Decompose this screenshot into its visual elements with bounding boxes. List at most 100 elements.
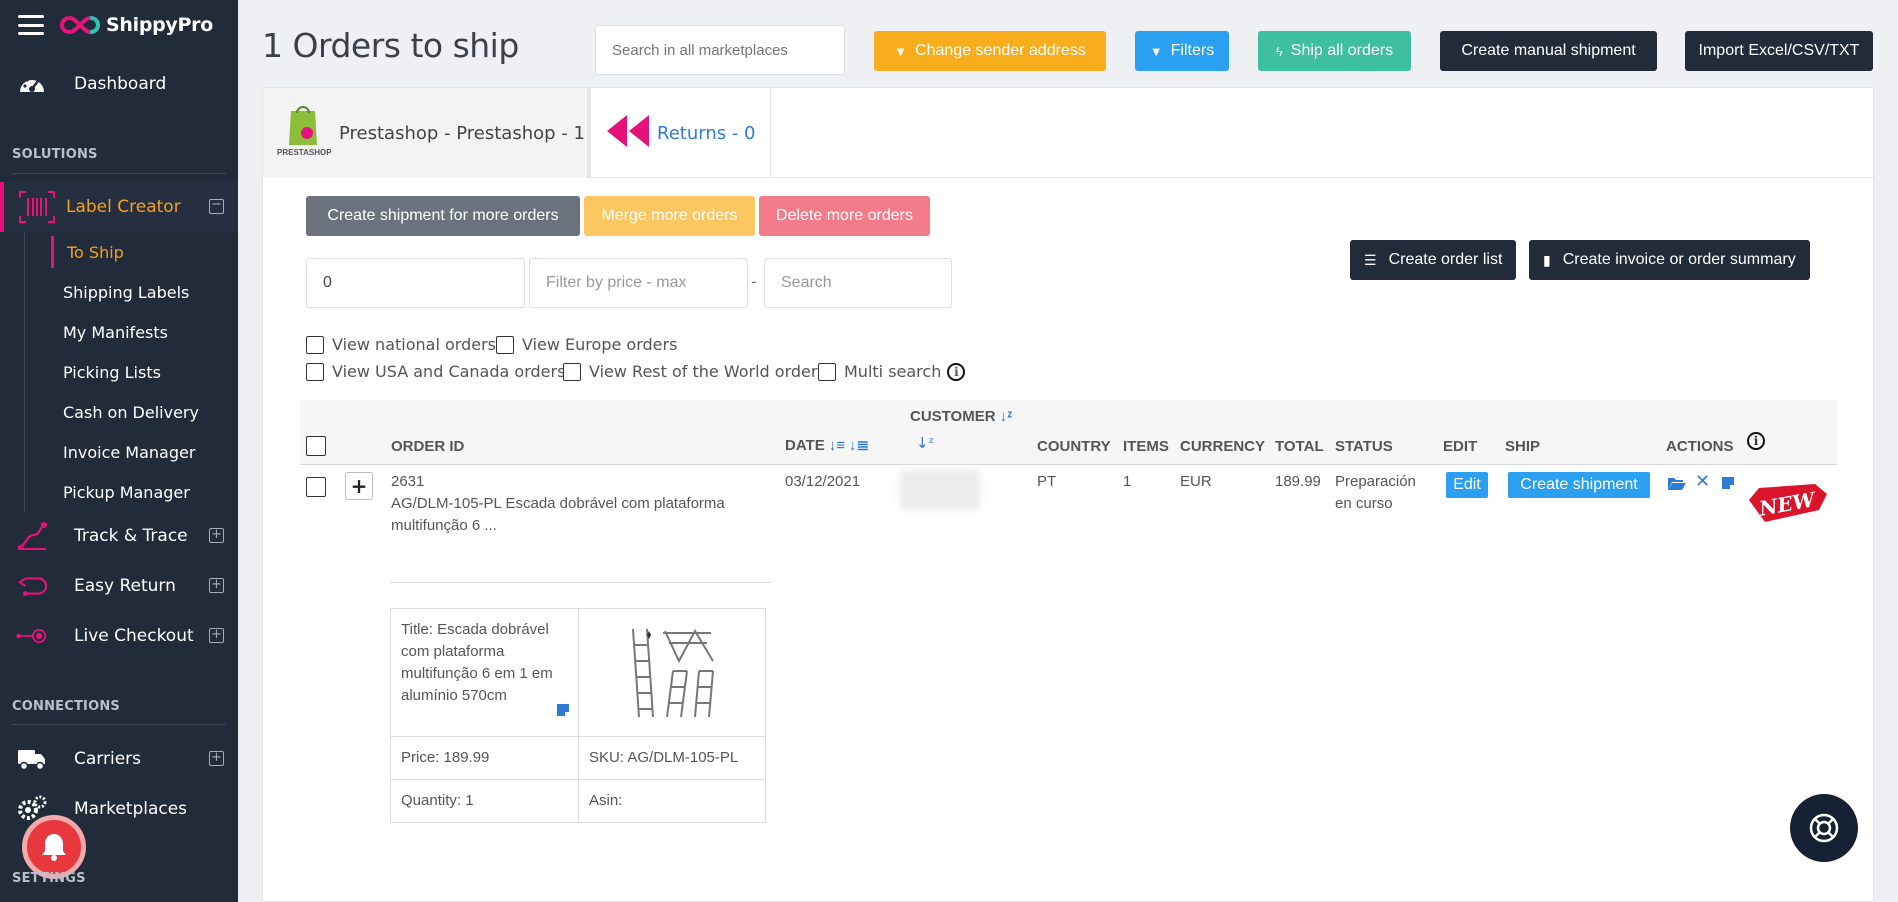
expand-icon[interactable]: + (209, 628, 224, 643)
hamburger-menu-icon[interactable] (18, 15, 44, 35)
section-heading-connections: CONNECTIONS (12, 699, 120, 714)
create-manual-shipment-button[interactable]: Create manual shipment (1440, 31, 1657, 71)
column-header-label: CUSTOMER (910, 408, 996, 425)
list-icon: ☰ (1364, 251, 1377, 268)
checkbox-box[interactable] (306, 335, 324, 354)
expand-icon[interactable]: + (209, 528, 224, 543)
price-min-input[interactable] (306, 258, 525, 308)
select-all-checkbox[interactable] (306, 436, 326, 456)
marketplace-search-input[interactable] (595, 25, 845, 75)
info-icon[interactable]: i (947, 362, 966, 381)
notification-bell-icon[interactable] (22, 815, 86, 879)
sort-asc-icon[interactable]: ↓≡ (829, 437, 845, 454)
checkbox-box[interactable] (496, 335, 514, 354)
note-icon[interactable] (1721, 475, 1735, 494)
checkbox-box[interactable] (306, 362, 324, 381)
dashboard-icon (16, 70, 48, 98)
folder-open-icon[interactable] (1667, 475, 1687, 495)
checkbox-box[interactable] (563, 362, 581, 381)
checkbox-label: View national orders (332, 335, 496, 354)
track-trace-icon (16, 522, 48, 550)
sidebar-item-dashboard[interactable]: Dashboard (0, 64, 238, 104)
sort-az-icon[interactable]: ↓ᶻ (1000, 408, 1013, 425)
live-checkout-icon (16, 622, 48, 650)
product-title-cell: Title: Escada dobrável com plataforma mu… (391, 609, 578, 736)
collapse-icon[interactable]: − (209, 198, 224, 214)
sidebar-item-label: Marketplaces (74, 799, 188, 819)
new-badge: NEW (1745, 480, 1829, 526)
delete-more-orders-button[interactable]: Delete more orders (759, 196, 930, 236)
button-label: Create order list (1388, 251, 1503, 268)
tab-returns[interactable]: Returns - 0 (591, 88, 771, 178)
sidebar-item-carriers[interactable]: Carriers + (0, 739, 238, 779)
sidebar-item-label-creator[interactable]: Label Creator − (0, 182, 238, 232)
truck-icon (16, 745, 48, 773)
sidebar-item-label: Track & Trace (74, 526, 188, 546)
help-lifebuoy-icon[interactable] (1790, 794, 1858, 862)
divider (390, 582, 772, 583)
sidebar-item-live-checkout[interactable]: Live Checkout + (0, 616, 238, 656)
column-header-customer[interactable]: CUSTOMER ↓ᶻ (910, 408, 1012, 425)
sidebar-item-cash-on-delivery[interactable]: Cash on Delivery (25, 392, 238, 432)
barcode-icon (18, 190, 56, 228)
section-heading-solutions: SOLUTIONS (12, 147, 98, 162)
merge-more-orders-button[interactable]: Merge more orders (584, 196, 755, 236)
rest-world-orders-checkbox[interactable]: View Rest of the World orders (563, 362, 826, 381)
button-label: Create manual shipment (1461, 42, 1636, 59)
sidebar-item-invoice-manager[interactable]: Invoice Manager (25, 432, 238, 472)
row-checkbox[interactable] (306, 477, 326, 497)
expand-icon[interactable]: + (209, 578, 224, 593)
sort-za-icon[interactable]: ↓ᶻ (916, 434, 934, 452)
sidebar-item-picking-lists[interactable]: Picking Lists (25, 352, 238, 392)
column-header-edit: EDIT (1443, 438, 1478, 455)
order-status-line1: Preparación (1335, 473, 1416, 490)
create-shipment-button[interactable]: Create shipment (1508, 472, 1650, 498)
multi-search-checkbox[interactable]: Multi search i (818, 362, 966, 381)
info-icon[interactable]: i (1747, 432, 1765, 450)
brand-name: ShippyPro (106, 14, 213, 36)
sidebar-item-shipping-labels[interactable]: Shipping Labels (25, 272, 238, 312)
note-icon[interactable] (556, 702, 570, 724)
europe-orders-checkbox[interactable]: View Europe orders (496, 335, 677, 354)
create-order-list-button[interactable]: ☰ Create order list (1350, 240, 1517, 280)
price-max-input[interactable] (529, 258, 748, 308)
sidebar-item-track-trace[interactable]: Track & Trace + (0, 516, 238, 556)
product-title: Title: Escada dobrável com plataforma mu… (401, 621, 553, 704)
usa-canada-orders-checkbox[interactable]: View USA and Canada orders (306, 362, 565, 381)
ship-all-orders-button[interactable]: ϟ Ship all orders (1258, 31, 1411, 71)
sidebar-item-label: Carriers (74, 749, 141, 769)
expand-icon[interactable]: + (209, 751, 224, 766)
create-shipment-more-orders-button[interactable]: Create shipment for more orders (306, 196, 580, 236)
sidebar-item-easy-return[interactable]: Easy Return + (0, 566, 238, 606)
button-label: Import Excel/CSV/TXT (1698, 42, 1860, 59)
change-sender-address-button[interactable]: ▼ Change sender address (874, 31, 1106, 71)
order-items: 1 (1123, 473, 1132, 490)
prestashop-logo: PRESTASHOP (277, 103, 332, 163)
edit-order-button[interactable]: Edit (1446, 472, 1488, 498)
sidebar-item-label: Live Checkout (74, 626, 194, 646)
checkbox-box[interactable] (818, 362, 836, 381)
sidebar-item-to-ship[interactable]: To Ship (25, 232, 238, 272)
create-invoice-button[interactable]: ▮ Create invoice or order summary (1529, 240, 1810, 280)
label-creator-submenu: To Ship Shipping Labels My Manifests Pic… (24, 232, 238, 512)
column-header-ship: SHIP (1505, 438, 1541, 455)
expand-row-button[interactable]: + (345, 472, 373, 500)
column-header-country: COUNTRY (1037, 438, 1111, 455)
product-sku: SKU: AG/DLM-105-PL (578, 737, 765, 779)
filters-button[interactable]: ▼ Filters (1135, 31, 1229, 71)
national-orders-checkbox[interactable]: View national orders (306, 335, 496, 354)
column-header-status: STATUS (1335, 438, 1393, 455)
order-search-input[interactable] (764, 258, 952, 308)
sidebar-item-my-manifests[interactable]: My Manifests (25, 312, 238, 352)
delete-order-icon[interactable]: ✕ (1695, 471, 1710, 492)
import-file-button[interactable]: Import Excel/CSV/TXT (1685, 31, 1873, 71)
lightning-icon: ϟ (1275, 43, 1283, 59)
sort-desc-icon[interactable]: ↓≣ (849, 437, 869, 454)
column-header-date[interactable]: DATE ↓≡ ↓≣ (785, 436, 869, 454)
order-date: 03/12/2021 (785, 473, 861, 490)
tab-prestashop[interactable]: PRESTASHOP Prestashop - Prestashop - 1 (263, 88, 591, 178)
product-detail-table: Title: Escada dobrável com plataforma mu… (390, 608, 766, 823)
detail-row: Quantity: 1 Asin: (391, 780, 765, 822)
sidebar-item-pickup-manager[interactable]: Pickup Manager (25, 472, 238, 512)
filter-icon: ▼ (1149, 43, 1163, 59)
